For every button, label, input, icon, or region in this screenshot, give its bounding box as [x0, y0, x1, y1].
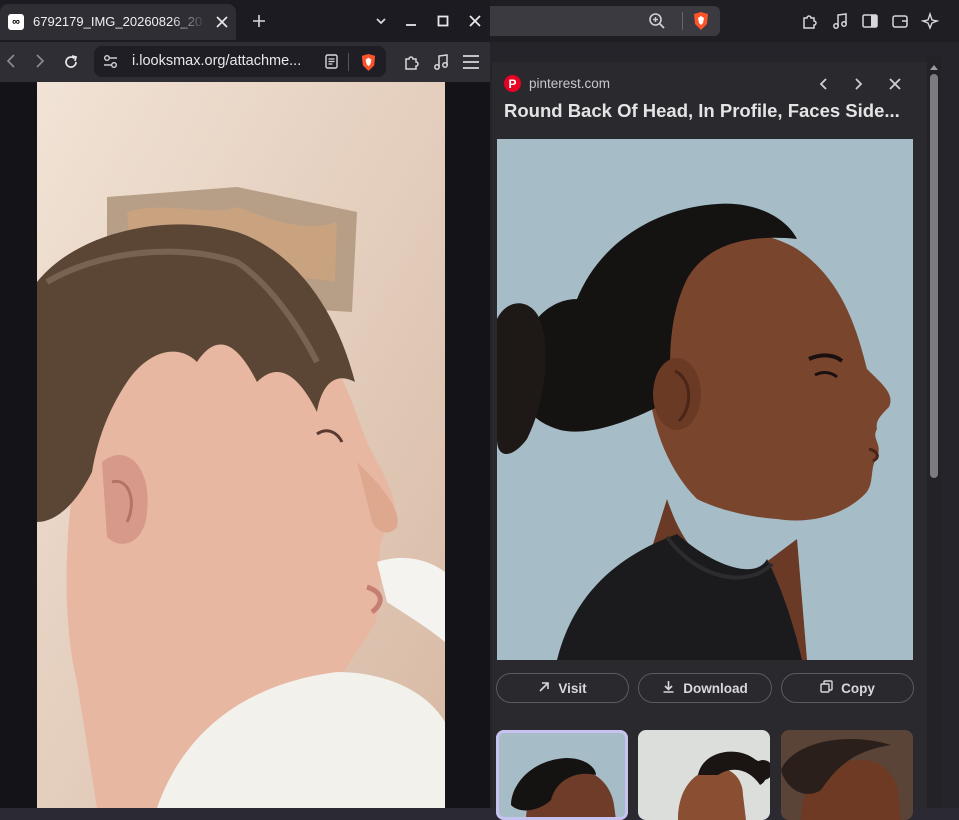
close-icon[interactable] [886, 75, 904, 93]
tab-list-chevron-icon[interactable] [373, 13, 389, 29]
maximize-icon[interactable] [435, 13, 451, 29]
attachment-photo[interactable] [37, 82, 445, 808]
new-tab-icon[interactable] [251, 13, 267, 29]
thumbnail-item[interactable] [496, 730, 628, 820]
download-icon [662, 680, 675, 696]
result-main-image[interactable] [497, 139, 913, 660]
toolbar-divider [682, 12, 683, 30]
reader-mode-icon[interactable] [323, 53, 339, 69]
external-arrow-icon [538, 681, 550, 696]
background-address-bar[interactable] [490, 6, 720, 36]
menu-icon[interactable] [461, 52, 481, 72]
visit-button[interactable]: Visit [496, 673, 629, 703]
copy-button[interactable]: Copy [781, 673, 914, 703]
brave-shield-icon[interactable] [692, 11, 710, 36]
pinterest-logo-icon: P [504, 75, 521, 92]
tab-title-fade [170, 10, 206, 34]
minimize-icon[interactable] [403, 13, 419, 29]
panel-title: Round Back Of Head, In Profile, Faces Si… [504, 100, 900, 121]
forward-icon[interactable] [32, 53, 48, 69]
background-toolbar-icons [800, 11, 940, 31]
chevron-right-icon[interactable] [849, 75, 867, 93]
copy-button-label: Copy [841, 680, 875, 696]
looksmax-favicon-icon: ∞ [8, 14, 24, 30]
chevron-left-icon[interactable] [815, 75, 833, 93]
extensions-icon[interactable] [800, 11, 820, 31]
download-button-label: Download [683, 680, 748, 696]
media-icon[interactable] [431, 52, 451, 72]
sidebar-icon[interactable] [860, 11, 880, 31]
download-button[interactable]: Download [638, 673, 772, 703]
thumbnail-item[interactable] [781, 730, 913, 820]
zoom-icon[interactable] [648, 12, 666, 35]
site-settings-icon[interactable] [102, 53, 118, 69]
media-icon[interactable] [830, 11, 850, 31]
brave-shield-icon[interactable] [359, 52, 377, 72]
scroll-up-arrow-icon[interactable] [929, 58, 939, 70]
close-window-icon[interactable] [467, 13, 483, 29]
source-row[interactable]: P pinterest.com [504, 75, 610, 92]
tab-active[interactable]: ∞ 6792179_IMG_20260826_20 [0, 4, 236, 40]
scrollbar-thumb[interactable] [930, 74, 938, 478]
thumbnail-item[interactable] [638, 730, 770, 820]
reload-icon[interactable] [62, 53, 80, 71]
close-tab-icon[interactable] [215, 15, 229, 29]
leo-ai-icon[interactable] [920, 11, 940, 31]
wallet-icon[interactable] [890, 11, 910, 31]
back-icon[interactable] [3, 53, 19, 69]
source-domain[interactable]: pinterest.com [529, 76, 610, 91]
visit-button-label: Visit [558, 680, 587, 696]
url-text[interactable]: i.looksmax.org/attachme... [132, 53, 312, 69]
copy-icon [820, 680, 833, 696]
extensions-icon[interactable] [402, 52, 422, 72]
address-bar-divider [348, 53, 349, 71]
